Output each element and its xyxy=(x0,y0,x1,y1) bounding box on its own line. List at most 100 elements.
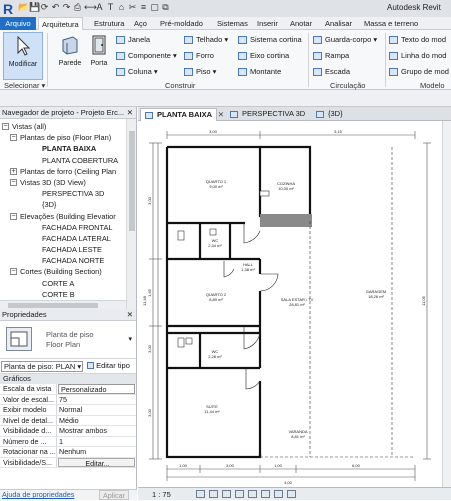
tab-arquivo[interactable]: Arquivo xyxy=(0,17,36,30)
tree-item[interactable]: − Plantas de piso (Floor Plan) xyxy=(0,132,126,143)
property-value[interactable]: 1 xyxy=(57,437,136,447)
save-icon[interactable]: 💾 xyxy=(29,2,40,14)
sync-icon[interactable]: ⟳ xyxy=(40,2,49,14)
thin-lines-icon[interactable]: ≡ xyxy=(139,2,148,14)
property-value[interactable]: 75 xyxy=(57,395,136,405)
model-line-button[interactable]: Linha do mod xyxy=(389,50,446,61)
column-button[interactable]: Coluna ▾ xyxy=(116,66,158,77)
switch-windows-icon[interactable]: ⧉ xyxy=(161,2,170,14)
tree-item[interactable]: PLANTA BAIXA xyxy=(0,143,126,154)
drawing-canvas[interactable]: QUARTO 1 9,00 m² COZINHA 10,00 m² WC 2,3… xyxy=(138,121,451,487)
edit-visibility-button[interactable]: Editar... xyxy=(58,457,135,467)
collapse-icon[interactable]: − xyxy=(10,134,17,142)
3d-view-icon[interactable]: ⌂ xyxy=(117,2,126,14)
tree-item[interactable]: + Plantas de forro (Ceiling Plan xyxy=(0,166,126,177)
view-tab-planta-baixa[interactable]: PLANTA BAIXA ✕ xyxy=(140,108,224,121)
close-icon[interactable]: ✕ xyxy=(127,107,133,119)
annotate-icon[interactable]: A xyxy=(95,2,104,14)
open-icon[interactable]: 📂 xyxy=(18,2,29,14)
instance-filter-dropdown[interactable]: Planta de piso: PLAN ▾ xyxy=(1,361,83,372)
detail-level-icon[interactable] xyxy=(196,490,205,498)
crop-view-icon[interactable] xyxy=(248,490,257,498)
railing-button[interactable]: Guarda-corpo ▾ xyxy=(313,34,377,45)
view-tab-3d[interactable]: {3D} xyxy=(312,108,347,121)
expand-icon[interactable]: + xyxy=(10,167,17,175)
select-panel-label[interactable]: Selecionar ▾ xyxy=(4,81,45,90)
section-icon[interactable]: ✂ xyxy=(128,2,137,14)
tree-item[interactable]: PLANTA COBERTURA xyxy=(0,155,126,166)
temporary-hide-icon[interactable] xyxy=(274,490,283,498)
tree-item[interactable]: − Elevações (Building Elevatior xyxy=(0,211,126,222)
tab-arquitetura[interactable]: Arquitetura xyxy=(38,17,83,30)
show-crop-region-icon[interactable] xyxy=(261,490,270,498)
reveal-hidden-icon[interactable] xyxy=(287,490,296,498)
property-value[interactable]: Mostrar ambos xyxy=(57,426,136,436)
property-value[interactable]: Nenhum xyxy=(57,447,136,457)
property-value[interactable]: Médio xyxy=(57,416,136,426)
door-button[interactable]: Porta xyxy=(82,32,116,67)
floor-plan-drawing[interactable]: QUARTO 1 9,00 m² COZINHA 10,00 m² WC 2,3… xyxy=(138,121,451,487)
tree-item[interactable]: − Vistas (all) xyxy=(0,121,126,132)
close-icon[interactable]: ✕ xyxy=(218,109,224,121)
edit-type-button[interactable]: Editar tipo xyxy=(87,361,130,370)
browser-vertical-scrollbar[interactable] xyxy=(126,119,136,309)
ramp-button[interactable]: Rampa xyxy=(313,50,349,61)
tab-sistemas[interactable]: Sistemas xyxy=(214,17,251,30)
roof-button[interactable]: Telhado ▾ xyxy=(184,34,228,45)
text-icon[interactable]: T xyxy=(106,2,115,14)
collapse-icon[interactable]: − xyxy=(10,268,17,276)
visual-style-icon[interactable] xyxy=(209,490,218,498)
modify-button[interactable]: Modificar xyxy=(3,32,43,80)
properties-help-link[interactable]: Ajuda de propriedades xyxy=(2,490,74,500)
mullion-button[interactable]: Montante xyxy=(238,66,281,77)
scroll-thumb[interactable] xyxy=(8,303,98,308)
chevron-down-icon[interactable]: ▾ xyxy=(128,335,132,343)
curtain-grid-button[interactable]: Eixo cortina xyxy=(238,50,289,61)
view-tab-perspectiva-3d[interactable]: PERSPECTIVA 3D xyxy=(226,108,309,121)
tab-analisar[interactable]: Analisar xyxy=(322,17,355,30)
scroll-thumb[interactable] xyxy=(129,131,135,231)
shadows-icon[interactable] xyxy=(235,490,244,498)
tab-aco[interactable]: Aço xyxy=(131,17,150,30)
sun-path-icon[interactable] xyxy=(222,490,231,498)
view-scale[interactable]: 1 : 75 xyxy=(152,490,171,499)
collapse-icon[interactable]: − xyxy=(10,178,17,186)
tree-item[interactable]: FACHADA FRONTAL xyxy=(0,222,126,233)
tree-item[interactable]: FACHADA LATERAL xyxy=(0,233,126,244)
stair-button[interactable]: Escada xyxy=(313,66,350,77)
print-icon[interactable]: ⎙ xyxy=(73,2,82,14)
ceiling-button[interactable]: Forro xyxy=(184,50,214,61)
tree-item[interactable]: FACHADA LESTE xyxy=(0,244,126,255)
tree-item[interactable]: − Vistas 3D (3D View) xyxy=(0,177,126,188)
collapse-icon[interactable]: − xyxy=(10,212,17,220)
canvas-vertical-scrollbar[interactable] xyxy=(442,121,451,487)
tree-item[interactable]: PERSPECTIVA 3D xyxy=(0,188,126,199)
tree-item[interactable]: CORTE A xyxy=(0,278,126,289)
collapse-icon[interactable]: − xyxy=(2,123,9,130)
model-group-button[interactable]: Grupo de mod xyxy=(389,66,449,77)
tree-item[interactable]: − Cortes (Building Section) xyxy=(0,266,126,277)
tab-anotar[interactable]: Anotar xyxy=(287,17,315,30)
type-selector[interactable]: Planta de piso Floor Plan ▾ xyxy=(0,321,136,359)
undo-icon[interactable]: ↶ xyxy=(51,2,60,14)
floor-button[interactable]: Piso ▾ xyxy=(184,66,216,77)
tab-inserir[interactable]: Inserir xyxy=(254,17,281,30)
redo-icon[interactable]: ↷ xyxy=(62,2,71,14)
tab-massa-e-terreno[interactable]: Massa e terreno xyxy=(361,17,421,30)
tree-item[interactable]: CORTE B xyxy=(0,289,126,300)
close-icon[interactable]: ✕ xyxy=(127,309,133,321)
tree-item[interactable]: {3D} xyxy=(0,199,126,210)
component-button[interactable]: Componente ▾ xyxy=(116,50,177,61)
tree-item[interactable]: FACHADA NORTE xyxy=(0,255,126,266)
measure-icon[interactable]: ⟷ xyxy=(84,2,97,14)
graphics-group-header[interactable]: Gráficos xyxy=(0,374,136,384)
browser-horizontal-scrollbar[interactable] xyxy=(0,300,126,309)
curtain-system-button[interactable]: Sistema cortina xyxy=(238,34,302,45)
revit-logo[interactable]: R xyxy=(3,1,13,17)
window-button[interactable]: Janela xyxy=(116,34,150,45)
apply-button[interactable]: Aplicar xyxy=(99,490,129,500)
tab-pre-moldado[interactable]: Pré-moldado xyxy=(157,17,206,30)
close-hidden-icon[interactable]: ▢ xyxy=(150,2,159,14)
tab-estrutura[interactable]: Estrutura xyxy=(91,17,127,30)
model-text-button[interactable]: Texto do mod xyxy=(389,34,446,45)
